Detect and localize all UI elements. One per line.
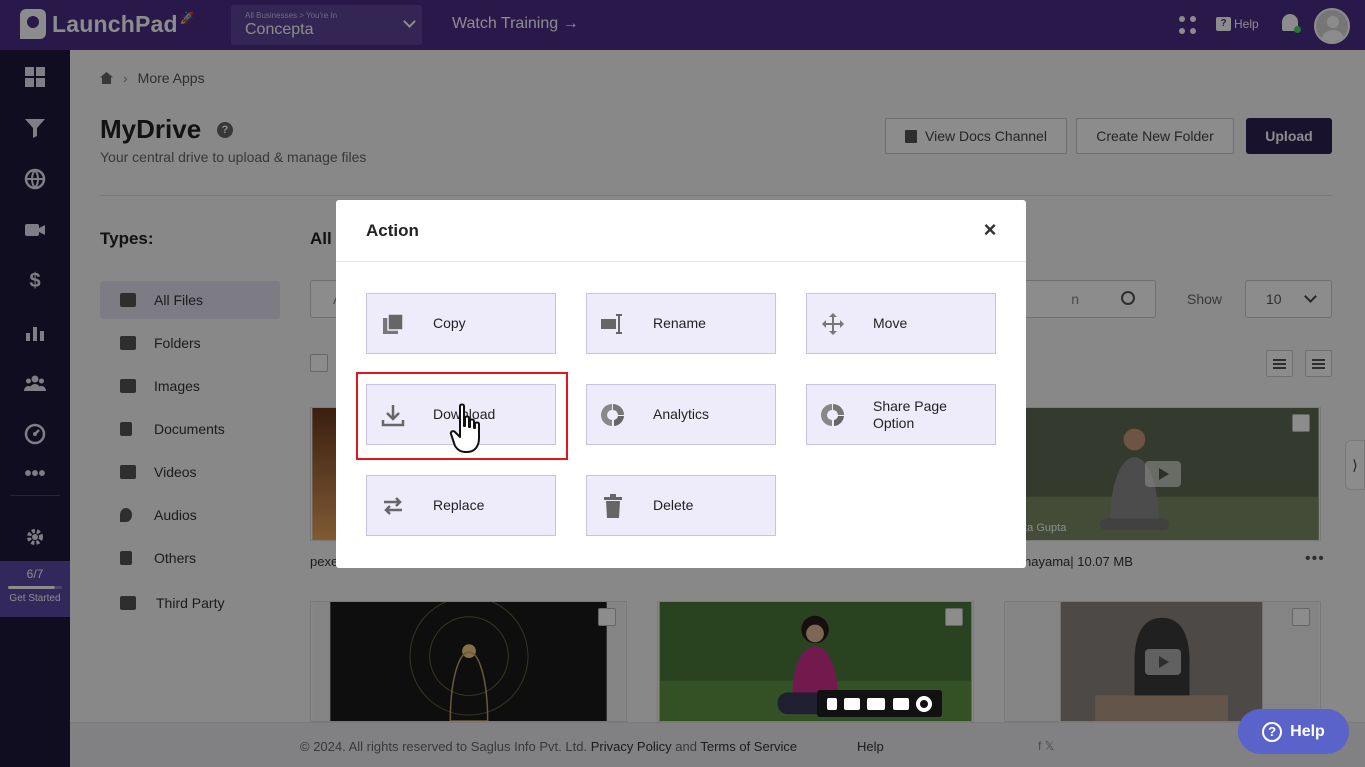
- trash-icon: [599, 493, 627, 518]
- copy-label: Copy: [433, 315, 466, 331]
- copy-icon: [379, 312, 407, 336]
- help-chat-label: Help: [1290, 722, 1325, 740]
- camera-icon[interactable]: [844, 697, 861, 710]
- analytics-button[interactable]: Analytics: [586, 384, 776, 445]
- window-icon[interactable]: [892, 697, 909, 710]
- help-icon: ?: [1262, 721, 1283, 742]
- replace-button[interactable]: Replace: [366, 475, 556, 536]
- share-icon: [819, 403, 847, 427]
- close-icon[interactable]: ×: [982, 219, 998, 241]
- analytics-label: Analytics: [653, 406, 710, 422]
- modal-title: Action: [366, 221, 419, 240]
- share-page-option-button[interactable]: Share Page Option: [806, 384, 996, 445]
- screen-recorder-toolbar: [817, 690, 942, 717]
- rename-label: Rename: [653, 315, 706, 331]
- replace-label: Replace: [433, 497, 485, 513]
- move-button[interactable]: Move: [806, 293, 996, 354]
- modal-header: Action ×: [336, 200, 1026, 262]
- analytics-icon: [599, 403, 627, 427]
- hand-cursor-icon: [448, 402, 488, 461]
- move-icon: [819, 312, 847, 336]
- replace-icon: [379, 494, 407, 518]
- copy-button[interactable]: Copy: [366, 293, 556, 354]
- rename-icon: [599, 313, 627, 335]
- move-label: Move: [873, 315, 908, 331]
- rename-button[interactable]: Rename: [586, 293, 776, 354]
- help-chat-button[interactable]: ? Help: [1238, 709, 1349, 754]
- delete-label: Delete: [653, 497, 694, 513]
- video-camera-icon[interactable]: [867, 697, 886, 710]
- recorder-logo-icon: [826, 697, 837, 710]
- delete-button[interactable]: Delete: [586, 475, 776, 536]
- gear-icon[interactable]: [916, 695, 933, 712]
- share-page-option-label: Share Page Option: [873, 397, 947, 431]
